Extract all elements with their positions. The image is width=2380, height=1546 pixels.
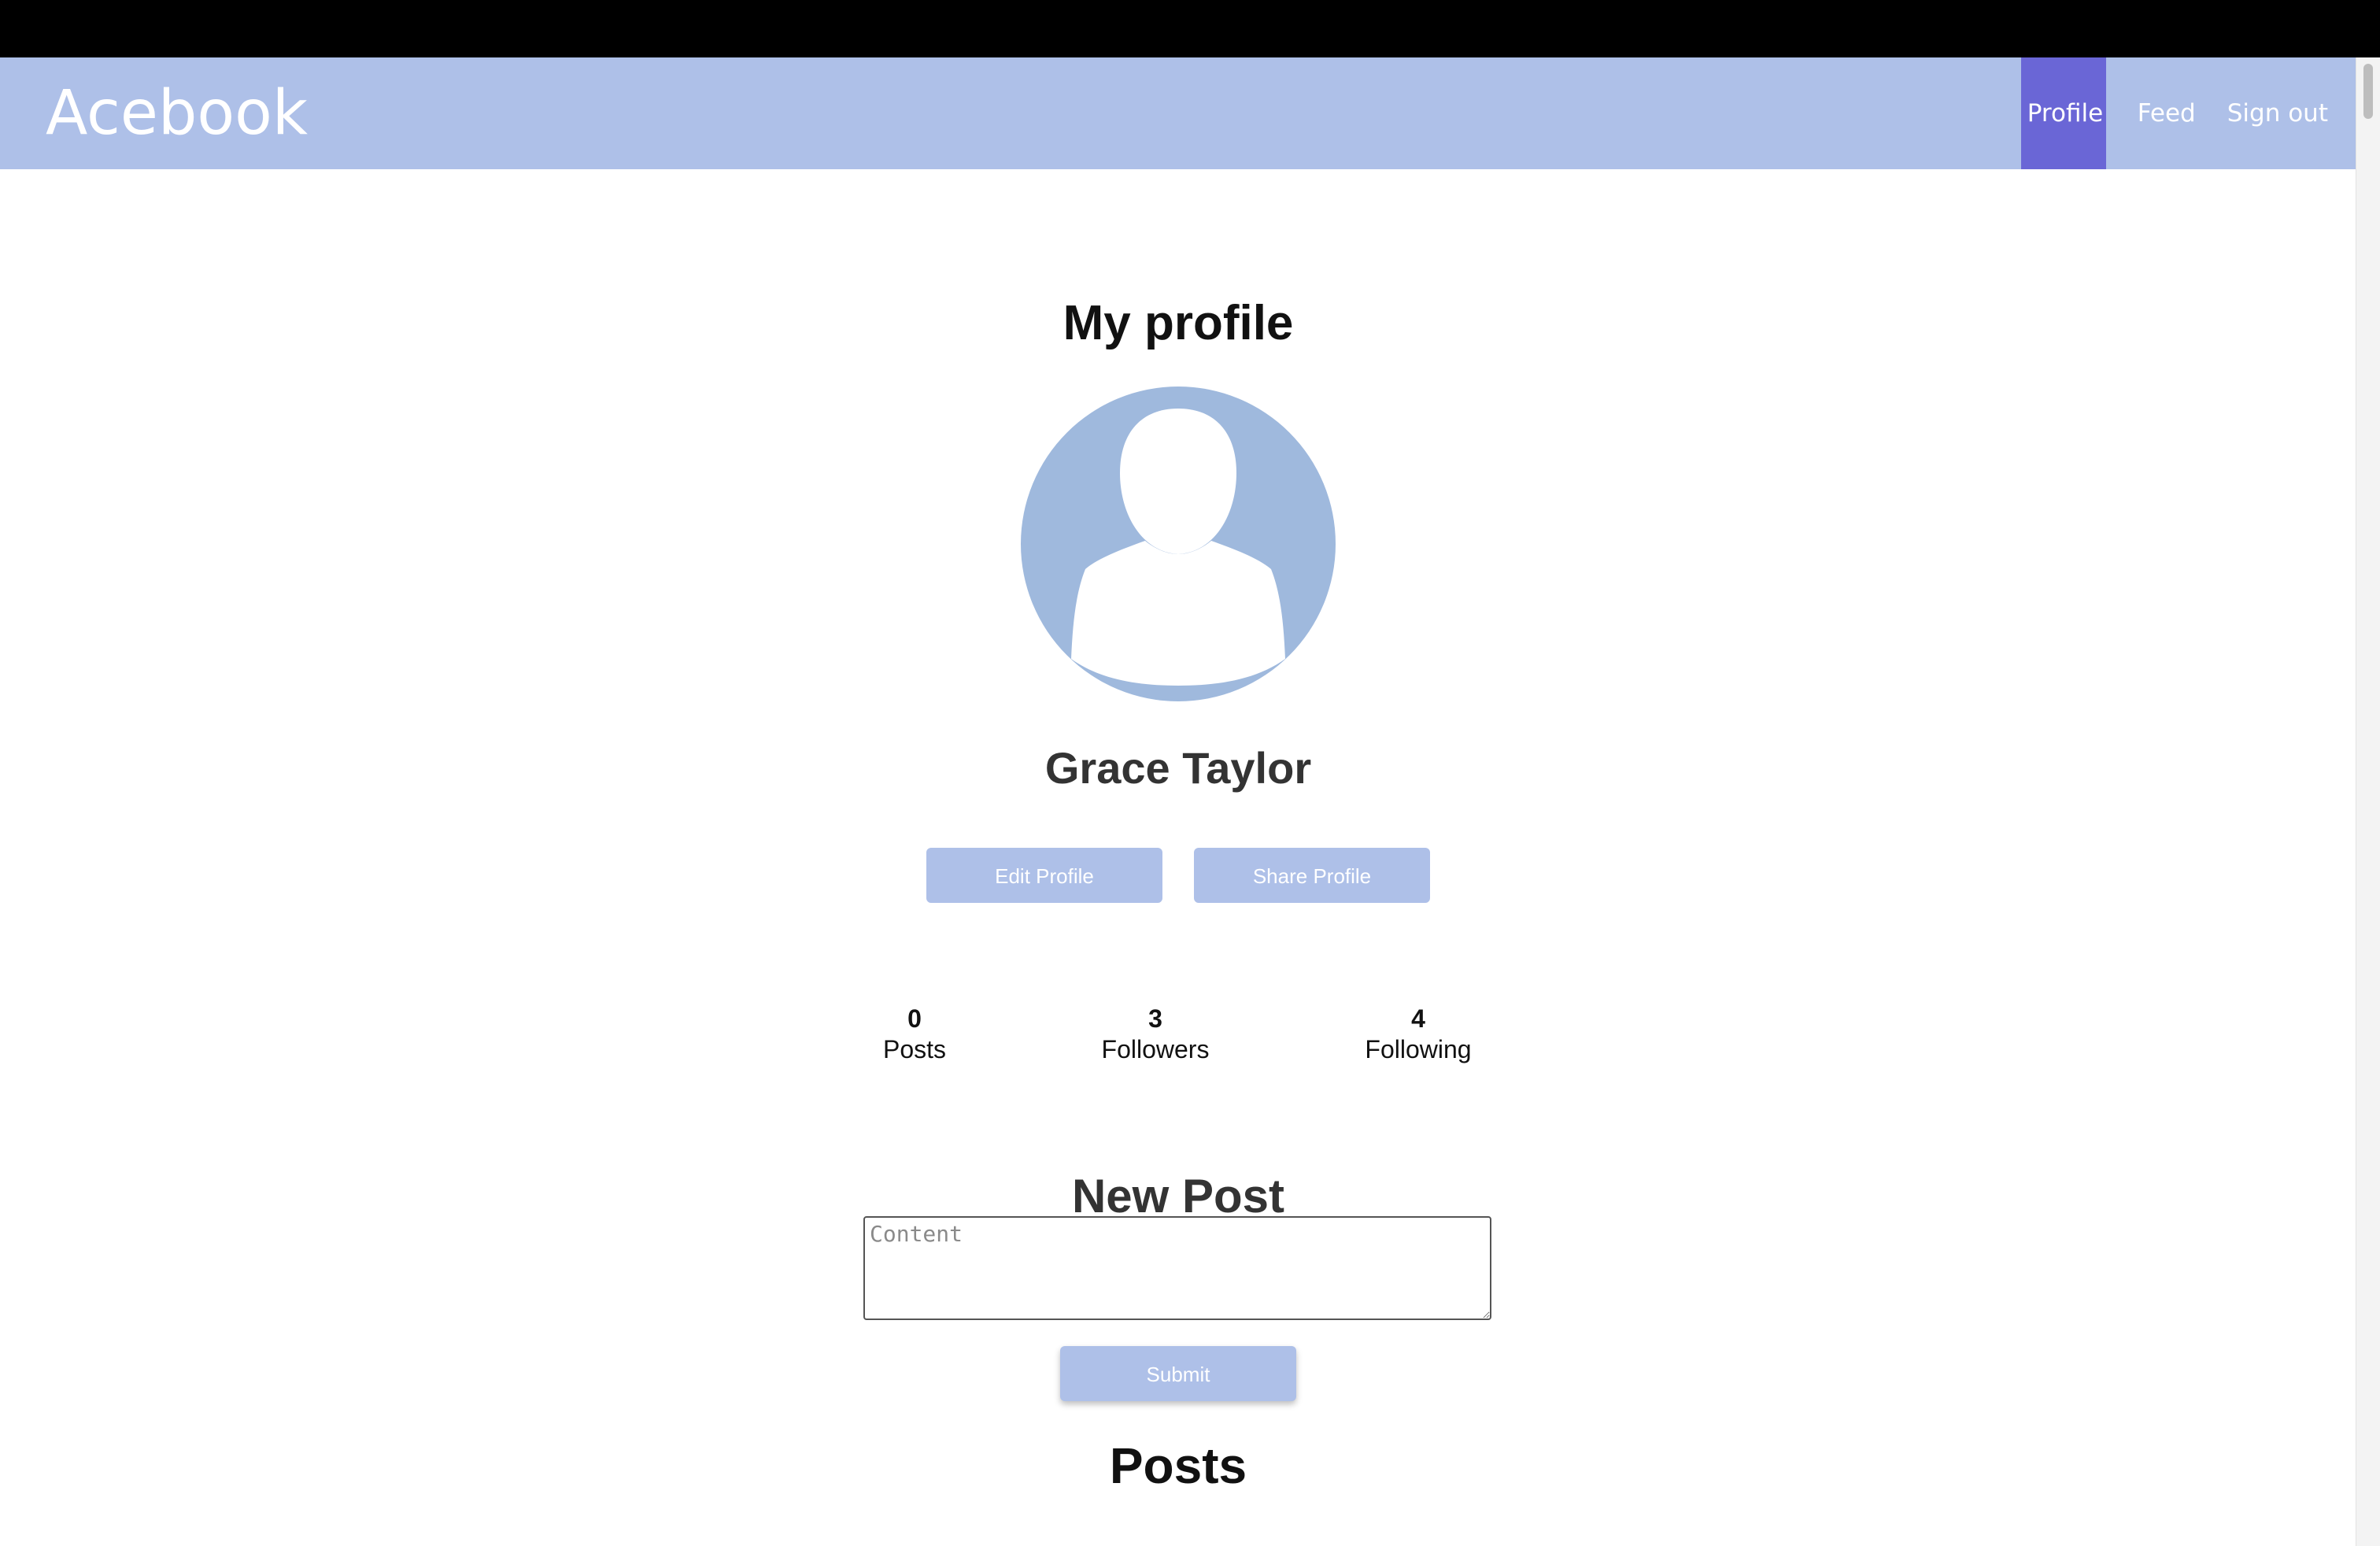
stat-posts-label: Posts — [882, 1035, 947, 1063]
nav-link-feed[interactable]: Feed — [2122, 57, 2212, 169]
edit-profile-button[interactable]: Edit Profile — [926, 848, 1162, 903]
nav-links: Profile Feed Sign out — [2020, 57, 2356, 169]
scrollbar-thumb[interactable] — [2363, 64, 2373, 119]
stat-following-count: 4 — [1411, 1004, 1425, 1033]
post-content-input[interactable] — [863, 1216, 1491, 1320]
page-title: My profile — [1062, 296, 1294, 350]
stat-followers-count: 3 — [1148, 1004, 1162, 1033]
brand-logo[interactable]: Acebook — [46, 57, 308, 169]
new-post-title: New Post — [1071, 1170, 1285, 1222]
nav-link-sign-out[interactable]: Sign out — [2212, 57, 2344, 169]
stat-followers-label: Followers — [1101, 1035, 1210, 1063]
stat-followers[interactable]: 3 Followers — [1061, 1004, 1250, 1065]
share-profile-button[interactable]: Share Profile — [1194, 848, 1430, 903]
stat-posts: 0 Posts — [820, 1004, 1009, 1065]
window-top-bar — [0, 0, 2380, 57]
user-name: Grace Taylor — [1044, 743, 1312, 793]
stat-following[interactable]: 4 Following — [1324, 1004, 1513, 1065]
profile-avatar — [1021, 386, 1336, 701]
default-user-avatar-icon — [1071, 409, 1285, 686]
posts-section-title: Posts — [1109, 1437, 1247, 1494]
page-scrollbar[interactable] — [2356, 57, 2380, 1546]
nav-link-profile[interactable]: Profile — [2020, 57, 2106, 169]
stat-following-label: Following — [1365, 1035, 1472, 1063]
navbar: Acebook Profile Feed Sign out — [0, 57, 2356, 169]
submit-post-button[interactable]: Submit — [1060, 1346, 1296, 1401]
stat-posts-count: 0 — [907, 1004, 922, 1033]
browser-viewport: Acebook Profile Feed Sign out My profile… — [0, 57, 2380, 1546]
